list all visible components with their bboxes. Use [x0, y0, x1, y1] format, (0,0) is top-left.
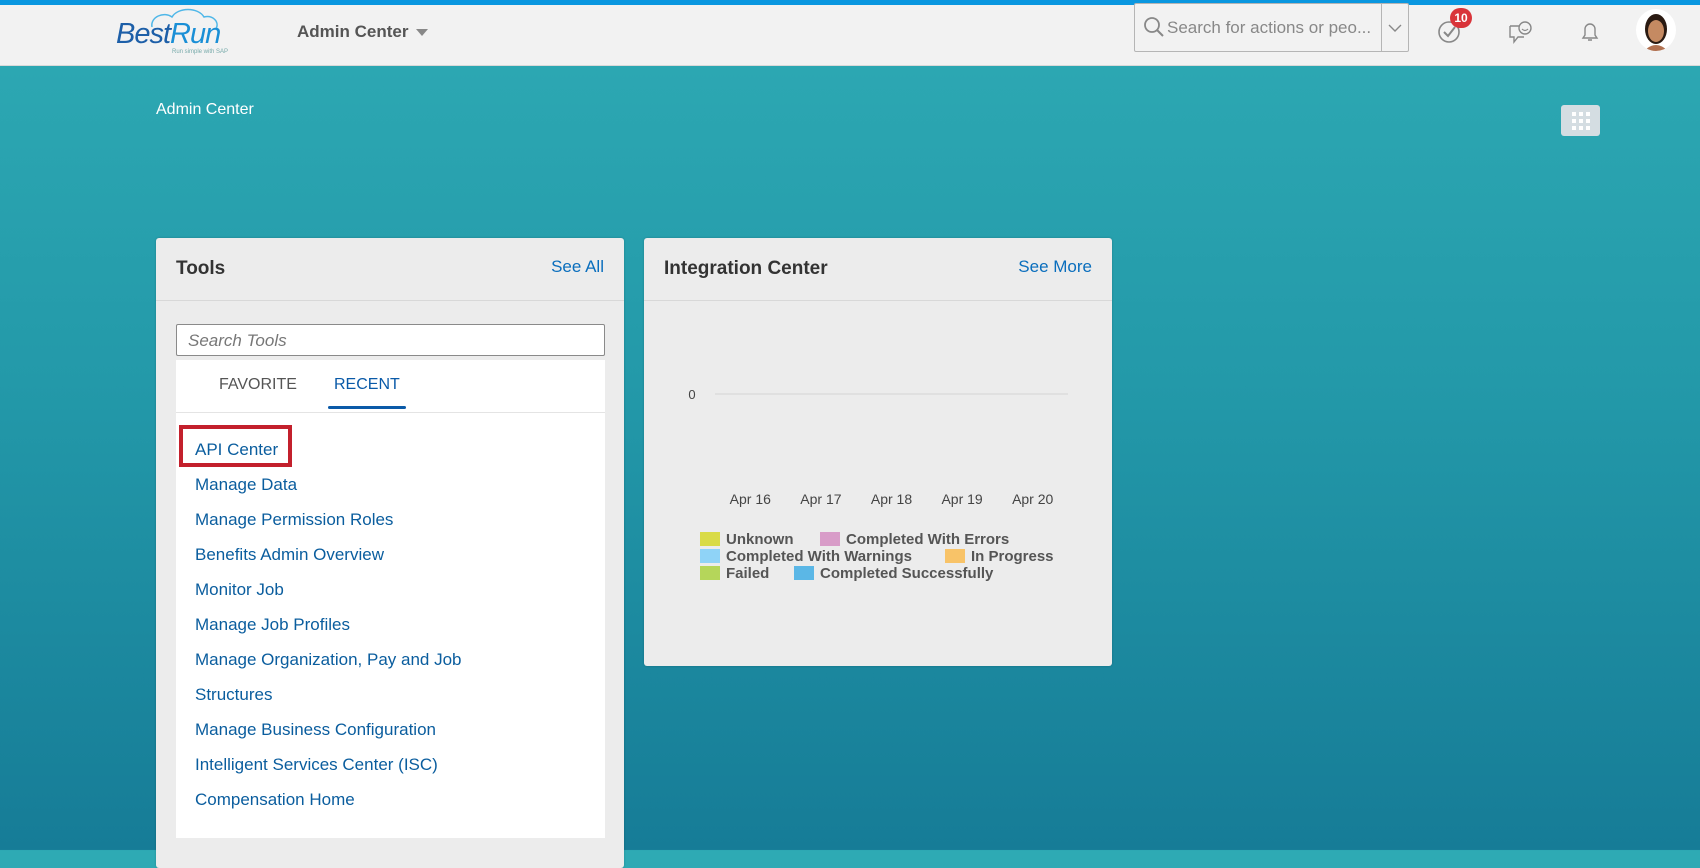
bestrun-logo[interactable]: BestRun Run simple with SAP [112, 5, 237, 63]
search-tools-placeholder: Search Tools [188, 331, 287, 350]
legend-swatch [820, 532, 840, 546]
tools-tabs: FAVORITE RECENT [176, 360, 605, 413]
tab-favorite[interactable]: FAVORITE [219, 376, 297, 394]
tool-link[interactable]: Manage Organization, Pay and Job [195, 650, 462, 670]
legend-label: In Progress [971, 548, 1054, 565]
grid-icon [1571, 111, 1590, 130]
tool-link[interactable]: Structures [195, 685, 272, 705]
todo-count-badge: 10 [1450, 8, 1472, 28]
legend-label: Failed [726, 565, 769, 582]
see-all-link[interactable]: See All [551, 257, 604, 277]
tool-link[interactable]: Intelligent Services Center (ISC) [195, 755, 438, 775]
chevron-down-icon [1388, 24, 1402, 32]
x-tick-label: Apr 17 [800, 491, 841, 507]
integration-center-card: Integration Center See More 0 Apr 16 Apr 1… [644, 238, 1112, 666]
tab-recent[interactable]: RECENT [328, 376, 406, 409]
legend-swatch [700, 566, 720, 580]
legend-label: Completed With Errors [846, 531, 1009, 548]
tool-link[interactable]: Manage Job Profiles [195, 615, 350, 635]
logo-tagline: Run simple with SAP [172, 49, 229, 55]
x-tick-label: Apr 20 [1012, 491, 1053, 507]
x-tick-label: Apr 16 [730, 491, 771, 507]
integration-title: Integration Center [664, 258, 828, 279]
tool-link[interactable]: Compensation Home [195, 790, 355, 810]
x-tick-label: Apr 19 [941, 491, 982, 507]
tool-link[interactable]: Monitor Job [195, 580, 284, 600]
y-tick-label: 0 [688, 387, 695, 402]
legend-swatch [700, 532, 720, 546]
legend-swatch [794, 566, 814, 580]
search-icon [1144, 17, 1164, 37]
tool-link[interactable]: Manage Data [195, 475, 297, 495]
caret-down-icon [416, 29, 429, 37]
shell-header: BestRun Run simple with SAP Admin Center… [0, 3, 1700, 66]
legend-label: Completed With Warnings [726, 548, 912, 565]
logo-text: BestRun [116, 18, 221, 50]
avatar[interactable] [1636, 9, 1676, 51]
integration-chart: 0Apr 16 Apr 17 Apr 18 Apr 19 Apr 20Unknown Co… [688, 387, 1068, 582]
legend-label: Unknown [726, 531, 794, 548]
tool-link[interactable]: Benefits Admin Overview [195, 545, 384, 565]
app-title-menu[interactable]: Admin Center [297, 22, 429, 42]
divider [156, 300, 624, 301]
x-tick-label: Apr 18 [871, 491, 912, 507]
tool-link[interactable]: Manage Permission Roles [195, 510, 393, 530]
global-search[interactable]: Search for actions or peo... [1134, 3, 1409, 52]
chat-smiley-icon[interactable] [1507, 19, 1533, 45]
tools-card: Tools See All Search Tools FAVORITE RECE… [156, 238, 624, 868]
legend-swatch [700, 549, 720, 563]
highlight-box [179, 425, 292, 467]
legend-swatch [945, 549, 965, 563]
search-tools-input[interactable]: Search Tools [176, 324, 605, 356]
recent-tools-list: API Center Manage Data Manage Permission R… [176, 413, 605, 838]
bell-icon[interactable] [1577, 19, 1603, 45]
page-breadcrumb: Admin Center [156, 101, 254, 118]
see-more-link[interactable]: See More [1018, 257, 1092, 277]
tools-title: Tools [176, 258, 226, 279]
search-dropdown-button[interactable] [1381, 4, 1408, 51]
search-input[interactable]: Search for actions or peo... [1167, 18, 1371, 38]
legend-label: Completed Successfully [820, 565, 994, 582]
tile-grid-button[interactable] [1561, 105, 1600, 136]
tool-link[interactable]: Manage Business Configuration [195, 720, 436, 740]
